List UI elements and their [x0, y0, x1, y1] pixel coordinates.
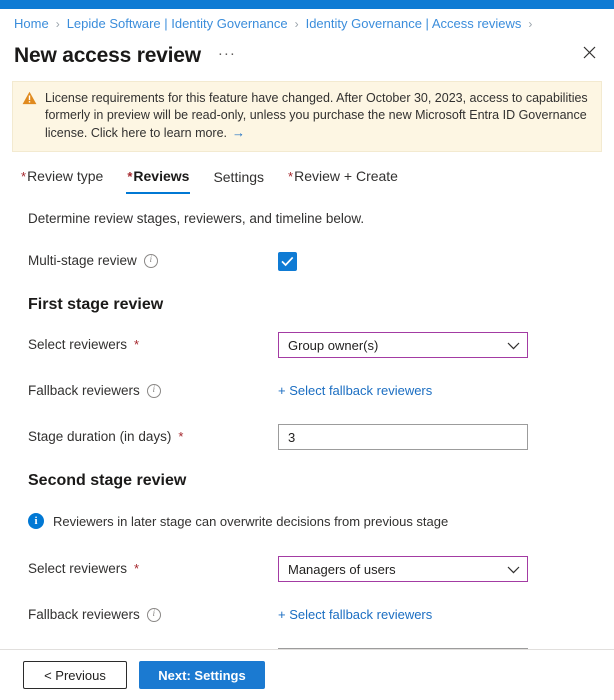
wizard-tabs: *Review type *Reviews Settings *Review +…	[0, 152, 614, 194]
tab-settings-label: Settings	[213, 169, 265, 185]
first-stage-select-fallback-reviewers-link[interactable]: + Select fallback reviewers	[278, 382, 432, 400]
chevron-down-icon	[507, 338, 520, 353]
warning-icon	[22, 91, 37, 110]
first-stage-fallback-reviewers-label: Fallback reviewers	[28, 383, 140, 398]
breadcrumb: Home › Lepide Software | Identity Govern…	[0, 9, 614, 35]
required-marker: *	[134, 337, 140, 352]
second-stage-heading: Second stage review	[28, 472, 187, 489]
first-stage-fallback-reviewers-row: Fallback reviewers i + Select fallback r…	[20, 376, 600, 406]
second-stage-select-reviewers-label-group: Select reviewers *	[28, 560, 278, 578]
first-stage-duration-input[interactable]: 3	[278, 424, 528, 450]
first-stage-select-reviewers-dropdown[interactable]: Group owner(s)	[278, 332, 528, 358]
required-marker: *	[178, 429, 184, 444]
title-row: New access review ···	[0, 35, 614, 75]
tab-review-create-label: Review + Create	[294, 168, 398, 184]
first-stage-select-reviewers-value: Group owner(s)	[288, 337, 379, 353]
azure-portal-top-bar	[0, 0, 614, 9]
wizard-footer: < Previous Next: Settings	[0, 649, 614, 700]
close-icon[interactable]	[576, 39, 602, 65]
info-icon[interactable]: i	[146, 608, 161, 622]
multi-stage-review-label: Multi-stage review	[28, 253, 137, 268]
next-settings-button[interactable]: Next: Settings	[139, 661, 265, 689]
info-icon[interactable]: i	[143, 254, 158, 268]
second-stage-select-reviewers-value: Managers of users	[288, 561, 396, 577]
second-stage-note-text: Reviewers in later stage can overwrite d…	[53, 513, 449, 529]
second-stage-fallback-label-group: Fallback reviewers i	[28, 606, 278, 624]
second-stage-select-reviewers-dropdown[interactable]: Managers of users	[278, 556, 528, 582]
tab-required-marker: *	[127, 169, 133, 184]
tab-review-type-label: Review type	[27, 168, 104, 184]
breadcrumb-item-home[interactable]: Home	[14, 15, 49, 33]
tab-reviews-label: Reviews	[133, 168, 190, 184]
info-icon[interactable]: i	[146, 384, 161, 398]
second-stage-fallback-reviewers-row: Fallback reviewers i + Select fallback r…	[20, 600, 600, 630]
license-warning-banner: License requirements for this feature ha…	[12, 81, 602, 152]
breadcrumb-item-identity-governance[interactable]: Lepide Software | Identity Governance	[67, 15, 288, 33]
second-stage-select-reviewers-label: Select reviewers	[28, 561, 128, 576]
tab-reviews[interactable]: *Reviews	[126, 164, 191, 194]
license-banner-wrapper: License requirements for this feature ha…	[0, 75, 614, 152]
license-banner-message: License requirements for this feature ha…	[45, 91, 588, 140]
tab-review-type[interactable]: *Review type	[20, 164, 104, 194]
new-access-review-blade: Home › Lepide Software | Identity Govern…	[0, 0, 614, 700]
tab-settings[interactable]: Settings	[212, 165, 265, 194]
second-stage-note-row: i Reviewers in later stage can overwrite…	[20, 506, 600, 536]
tab-required-marker: *	[21, 169, 27, 184]
learn-more-arrow-icon[interactable]: →	[232, 125, 245, 140]
tab-required-marker: *	[288, 169, 294, 184]
page-title: New access review	[14, 44, 201, 67]
info-filled-icon: i	[28, 513, 44, 529]
second-stage-fallback-reviewers-label: Fallback reviewers	[28, 607, 140, 622]
first-stage-select-reviewers-label-group: Select reviewers *	[28, 336, 278, 354]
multi-stage-review-row: Multi-stage review i	[20, 246, 600, 276]
reviews-form: Determine review stages, reviewers, and …	[0, 194, 614, 649]
form-intro-text: Determine review stages, reviewers, and …	[28, 211, 365, 226]
second-stage-select-fallback-reviewers-link[interactable]: + Select fallback reviewers	[278, 606, 432, 624]
chevron-down-icon	[507, 562, 520, 577]
first-stage-select-reviewers-label: Select reviewers	[28, 337, 128, 352]
first-stage-heading: First stage review	[28, 296, 164, 313]
more-actions-icon[interactable]: ···	[215, 45, 239, 67]
breadcrumb-item-access-reviews[interactable]: Identity Governance | Access reviews	[306, 15, 522, 33]
tab-review-create[interactable]: *Review + Create	[287, 164, 399, 194]
previous-button[interactable]: < Previous	[23, 661, 127, 689]
multi-stage-review-checkbox[interactable]	[278, 251, 297, 271]
multi-stage-review-label-group: Multi-stage review i	[28, 252, 278, 270]
first-stage-select-reviewers-row: Select reviewers * Group owner(s)	[20, 330, 600, 360]
breadcrumb-separator-icon: ›	[528, 17, 533, 31]
first-stage-duration-row: Stage duration (in days) * 3	[20, 422, 600, 452]
first-stage-fallback-label-group: Fallback reviewers i	[28, 382, 278, 400]
first-stage-duration-label: Stage duration (in days)	[28, 429, 172, 444]
breadcrumb-separator-icon: ›	[55, 17, 60, 31]
first-stage-duration-value: 3	[288, 429, 296, 445]
required-marker: *	[134, 561, 140, 576]
first-stage-duration-label-group: Stage duration (in days) *	[28, 428, 278, 446]
breadcrumb-separator-icon: ›	[294, 17, 299, 31]
license-banner-text: License requirements for this feature ha…	[45, 90, 591, 142]
second-stage-select-reviewers-row: Select reviewers * Managers of users	[20, 554, 600, 584]
